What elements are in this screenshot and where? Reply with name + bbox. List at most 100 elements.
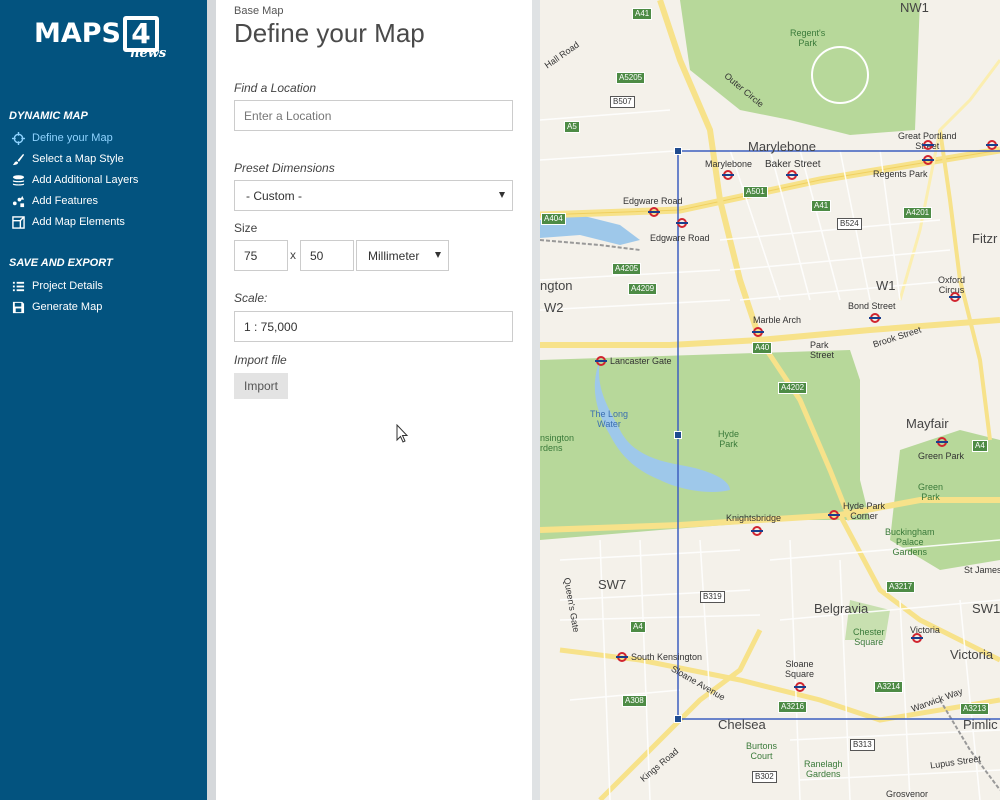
road-badge-b302: B302 bbox=[752, 771, 777, 783]
find-location-input[interactable]: Enter a Location bbox=[234, 100, 513, 131]
tube-station-icon bbox=[752, 327, 764, 337]
nav-item-add-additional-layers[interactable]: Add Additional Layers bbox=[11, 173, 138, 187]
road-badge-a4205: A4205 bbox=[612, 263, 642, 275]
tube-station-icon bbox=[786, 170, 798, 180]
road-badge-a41: A41 bbox=[632, 8, 653, 20]
road-badge-a41-2: A41 bbox=[811, 200, 832, 212]
road-badge-b507: B507 bbox=[610, 96, 635, 108]
size-unit-select[interactable]: Millimeter bbox=[356, 240, 449, 271]
road-badge-b319: B319 bbox=[700, 591, 725, 603]
features-icon bbox=[11, 194, 25, 208]
map-label-edgware-road-1: Edgware Road bbox=[623, 196, 683, 206]
tube-station-icon bbox=[922, 140, 934, 150]
find-location-label: Find a Location bbox=[234, 81, 317, 95]
page-title: Define your Map bbox=[234, 18, 425, 48]
map-label-marylebone-station: Marylebone bbox=[705, 159, 753, 169]
size-separator: x bbox=[290, 248, 296, 262]
map-label-ranelagh-gardens: Ranelagh Gardens bbox=[804, 759, 843, 779]
nav-item-label: Add Features bbox=[32, 195, 99, 207]
map-label-chester-square: Chester Square bbox=[853, 627, 885, 647]
tube-station-icon bbox=[794, 682, 806, 692]
selection-handle-left[interactable] bbox=[674, 431, 682, 439]
nav-section-dynamic-map: DYNAMIC MAP bbox=[9, 110, 88, 122]
import-button[interactable]: Import bbox=[234, 373, 288, 399]
list-icon bbox=[11, 279, 25, 293]
breadcrumb[interactable]: Base Map bbox=[234, 5, 284, 17]
panel-scroll-edge bbox=[532, 0, 540, 800]
road-badge-a40: A40 bbox=[752, 342, 773, 354]
map-label-w2: W2 bbox=[544, 300, 564, 315]
map-label-w1: W1 bbox=[876, 278, 896, 293]
nav-item-select-map-style[interactable]: Select a Map Style bbox=[11, 152, 124, 166]
road-badge-b313: B313 bbox=[850, 739, 875, 751]
tube-station-icon bbox=[595, 356, 607, 366]
map-base bbox=[540, 0, 1000, 800]
nav-item-add-map-elements[interactable]: Add Map Elements bbox=[11, 215, 125, 229]
preset-dimensions-select[interactable]: - Custom - bbox=[234, 180, 513, 211]
size-width-input[interactable]: 75 bbox=[234, 240, 288, 271]
sidebar-divider bbox=[207, 0, 216, 800]
road-badge-a5: A5 bbox=[564, 121, 580, 133]
crosshair-icon bbox=[11, 131, 25, 145]
map-label-ngton: ngton bbox=[540, 278, 573, 293]
map-label-mayfair: Mayfair bbox=[906, 416, 949, 431]
size-label: Size bbox=[234, 221, 258, 235]
road-badge-a4209: A4209 bbox=[628, 283, 658, 295]
preset-dimensions-value: - Custom - bbox=[246, 188, 303, 203]
map-label-pimlico: Pimlic bbox=[963, 717, 998, 732]
map-label-edgware-road-2: Edgware Road bbox=[650, 233, 710, 243]
tube-station-icon bbox=[676, 218, 688, 228]
road-badge-a308: A308 bbox=[622, 695, 647, 707]
map-label-buckingham-palace-gardens: Buckingham Palace Gardens bbox=[885, 527, 935, 557]
map-view[interactable]: NW1 Regent's Park Marylebone Marylebone … bbox=[540, 0, 1000, 800]
tube-station-icon bbox=[751, 526, 763, 536]
map-label-bond-street: Bond Street bbox=[848, 301, 896, 311]
road-badge-a3216: A3216 bbox=[778, 701, 808, 713]
nav-item-project-details[interactable]: Project Details bbox=[11, 279, 103, 293]
nav-item-label: Select a Map Style bbox=[32, 153, 124, 165]
map-label-marylebone: Marylebone bbox=[748, 139, 816, 154]
logo-text: MAPS bbox=[34, 18, 121, 49]
map-label-belgravia: Belgravia bbox=[814, 601, 869, 616]
road-badge-a3213: A3213 bbox=[960, 703, 990, 715]
nav-item-label: Define your Map bbox=[32, 132, 113, 144]
chevron-down-icon bbox=[499, 192, 505, 198]
road-badge-a3217: A3217 bbox=[886, 581, 916, 593]
tube-station-icon bbox=[722, 170, 734, 180]
nav-item-generate-map[interactable]: Generate Map bbox=[11, 300, 102, 314]
road-badge-a404: A404 bbox=[541, 213, 566, 225]
nav-item-define-your-map[interactable]: Define your Map bbox=[11, 131, 113, 145]
tube-station-icon bbox=[949, 292, 961, 302]
selection-handle-top-left[interactable] bbox=[674, 147, 682, 155]
tube-station-icon bbox=[922, 155, 934, 165]
road-badge-a4201: A4201 bbox=[903, 207, 933, 219]
scale-label: Scale: bbox=[234, 291, 268, 305]
map-label-hyde-park-corner: Hyde Park Corner bbox=[843, 501, 886, 521]
layers-icon bbox=[11, 173, 25, 187]
nav-item-label: Add Map Elements bbox=[32, 216, 125, 228]
map-label-kensington-gardens: nsington rdens bbox=[540, 433, 575, 453]
road-badge-a4-2: A4 bbox=[972, 440, 988, 452]
map-label-green-park-station: Green Park bbox=[918, 451, 965, 461]
brush-icon bbox=[11, 152, 25, 166]
map-label-burtons-court: Burtons Court bbox=[746, 741, 778, 761]
map-label-knightsbridge: Knightsbridge bbox=[726, 513, 782, 523]
elements-icon bbox=[11, 215, 25, 229]
road-badge-a4: A4 bbox=[630, 621, 646, 633]
map-label-regents-park: Regent's Park bbox=[790, 28, 826, 48]
map-label-nw1: NW1 bbox=[900, 0, 929, 15]
map-label-grosvenor: Grosvenor bbox=[886, 789, 929, 799]
map-label-lancaster-gate: Lancaster Gate bbox=[610, 356, 672, 366]
logo-news: news bbox=[130, 46, 167, 61]
scale-input[interactable]: 1 : 75,000 bbox=[234, 311, 513, 342]
map-label-st-james: St James bbox=[964, 565, 1000, 575]
size-height-input[interactable]: 50 bbox=[300, 240, 354, 271]
tube-station-icon bbox=[869, 313, 881, 323]
nav-item-add-features[interactable]: Add Features bbox=[11, 194, 98, 208]
mouse-cursor-icon bbox=[396, 424, 409, 443]
map-label-regents-park-station: Regents Park bbox=[873, 169, 928, 179]
map-label-chelsea: Chelsea bbox=[718, 717, 766, 732]
map-label-sloane-square: Sloane Square bbox=[785, 659, 815, 679]
selection-handle-bottom-left[interactable] bbox=[674, 715, 682, 723]
maps4news-logo[interactable]: MAPS 4 news bbox=[34, 16, 166, 61]
